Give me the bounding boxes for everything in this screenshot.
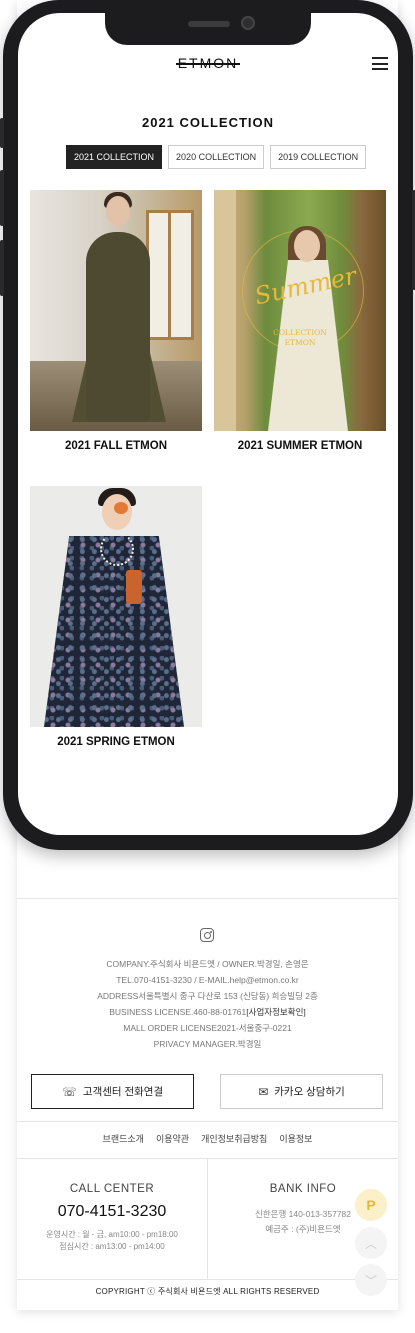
tab-2019-collection[interactable]: 2019 COLLECTION bbox=[270, 145, 367, 169]
collection-tabs: 2021 COLLECTION 2020 COLLECTION 2019 COL… bbox=[66, 145, 367, 169]
card-caption[interactable]: 2021 FALL ETMON bbox=[30, 440, 202, 452]
phone-frame: ETMON 2021 COLLECTION 2021 COLLECTION 20… bbox=[0, 0, 415, 850]
business-line: BUSINESS LICENSE.460-88-01761[사업자정보확인] bbox=[109, 1007, 306, 1017]
phone-side-button bbox=[0, 240, 4, 296]
tab-2021-collection[interactable]: 2021 COLLECTION bbox=[66, 145, 163, 169]
call-center-button-label: 고객센터 전화연결 bbox=[82, 1086, 164, 1098]
logo-text: ETMON bbox=[175, 55, 240, 71]
chevron-up-icon: ︿ bbox=[364, 1236, 377, 1251]
mall-order-line: MALL ORDER LICENSE2021-서울중구-0221 bbox=[123, 1023, 292, 1033]
privacy-line: PRIVACY MANAGER.박경일 bbox=[153, 1039, 262, 1049]
operating-hours: 운영시간 : 월 - 금, am10:00 - pm18:00 bbox=[46, 1230, 178, 1239]
speaker-icon bbox=[188, 21, 230, 27]
link-brand-intro[interactable]: 브랜드소개 bbox=[103, 1132, 144, 1145]
footer-divider bbox=[17, 1121, 398, 1122]
footer-links: 브랜드소개 이용약관 개인정보취급방침 이용정보 bbox=[17, 1132, 398, 1145]
kakao-chat-button[interactable]: ✉ 카카오 상담하기 bbox=[220, 1074, 383, 1109]
instagram-icon[interactable] bbox=[200, 928, 214, 942]
phone-screen: ETMON 2021 COLLECTION 2021 COLLECTION 20… bbox=[18, 13, 398, 835]
footer-divider bbox=[17, 898, 398, 899]
phone-notch bbox=[105, 13, 311, 45]
kakao-chat-button-label: 카카오 상담하기 bbox=[274, 1086, 345, 1098]
phone-side-button bbox=[0, 118, 4, 148]
address-line: ADDRESS서울특별시 중구 다산로 153 (신당동) 희승빌딩 2층 bbox=[97, 991, 318, 1001]
spring-collection-image[interactable] bbox=[30, 486, 202, 727]
copyright-text: COPYRIGHT ⓒ 주식회사 비욘드엣 ALL RIGHTS RESERVE… bbox=[95, 1287, 320, 1296]
card-caption[interactable]: 2021 SUMMER ETMON bbox=[214, 440, 386, 452]
chat-icon: ✉ bbox=[258, 1084, 269, 1099]
collection-card-fall[interactable]: 2021 FALL ETMON bbox=[30, 190, 202, 452]
stage: ETMON 2021 COLLECTION 2021 COLLECTION 20… bbox=[0, 0, 415, 1333]
call-center-title: CALL CENTER bbox=[69, 1183, 155, 1195]
points-floating-button[interactable]: P bbox=[355, 1189, 387, 1221]
company-line: COMPANY.주식회사 비욘드엣 / OWNER.박경일, 손영은 bbox=[106, 959, 309, 969]
business-info-link[interactable]: [사업자정보확인] bbox=[246, 1007, 305, 1017]
card-caption[interactable]: 2021 SPRING ETMON bbox=[30, 736, 202, 748]
contact-line: TEL.070-4151-3230 / E-MAIL.help@etmon.co… bbox=[116, 975, 299, 985]
link-privacy-policy[interactable]: 개인정보취급방침 bbox=[201, 1132, 267, 1145]
phone-side-button bbox=[0, 170, 4, 226]
call-center-number[interactable]: 070-4151-3230 bbox=[17, 1203, 207, 1221]
summer-collection-image[interactable]: Summer COLLECTION ETMON bbox=[214, 190, 386, 431]
footer-divider bbox=[17, 1279, 398, 1280]
collection-card-spring[interactable]: 2021 SPRING ETMON bbox=[30, 486, 202, 748]
scroll-bottom-button[interactable]: ﹀ bbox=[355, 1264, 387, 1296]
hamburger-menu-icon[interactable] bbox=[372, 57, 388, 70]
lunch-hours: 점심시간 : am13:00 - pm14:00 bbox=[59, 1242, 165, 1251]
fall-collection-image[interactable] bbox=[30, 190, 202, 431]
tab-2020-collection[interactable]: 2020 COLLECTION bbox=[168, 145, 265, 169]
collection-card-summer[interactable]: Summer COLLECTION ETMON 2021 SUMMER ETMO… bbox=[214, 190, 386, 452]
camera-icon bbox=[241, 16, 255, 30]
chevron-down-icon: ﹀ bbox=[364, 1273, 377, 1288]
collection-title: 2021 COLLECTION bbox=[141, 115, 275, 130]
call-center-button[interactable]: ☏ 고객센터 전화연결 bbox=[31, 1074, 194, 1109]
summer-overlay-text: COLLECTION ETMON bbox=[273, 328, 327, 347]
phone-icon: ☏ bbox=[61, 1084, 77, 1099]
scroll-top-button[interactable]: ︿ bbox=[355, 1227, 387, 1259]
site-logo[interactable]: ETMON bbox=[18, 55, 398, 71]
link-usage-info[interactable]: 이용정보 bbox=[279, 1132, 312, 1145]
company-info: COMPANY.주식회사 비욘드엣 / OWNER.박경일, 손영은 TEL.0… bbox=[17, 956, 398, 1052]
link-terms[interactable]: 이용약관 bbox=[156, 1132, 189, 1145]
call-center-section: CALL CENTER 070-4151-3230 운영시간 : 월 - 금, … bbox=[17, 1159, 207, 1279]
